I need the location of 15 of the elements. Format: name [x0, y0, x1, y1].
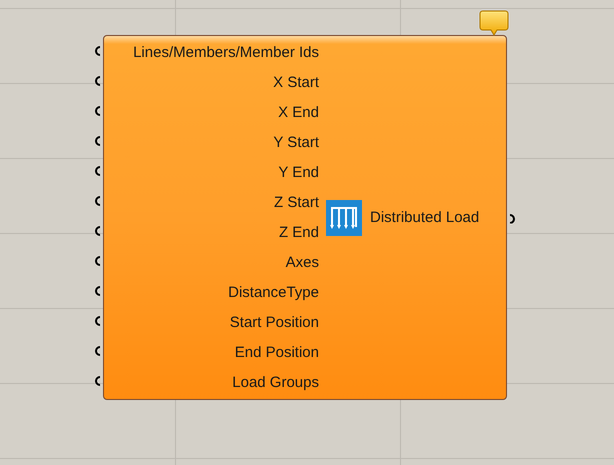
input-label: Start Position	[230, 314, 319, 330]
message-balloon-icon[interactable]	[479, 10, 509, 37]
distributed-load-icon	[326, 200, 362, 236]
input-label: End Position	[234, 344, 319, 360]
input-label: DistanceType	[228, 284, 319, 300]
input-label: Lines/Members/Member Ids	[133, 44, 319, 60]
input-label: Load Groups	[232, 374, 319, 390]
input-label: Axes	[286, 254, 319, 270]
input-label: Z Start	[274, 194, 319, 210]
input-label: X End	[278, 104, 319, 120]
input-label: Y Start	[273, 134, 319, 150]
input-label: Y End	[278, 164, 319, 180]
input-label: X Start	[273, 74, 319, 90]
input-label: Z End	[278, 224, 319, 240]
output-label: Distributed Load	[370, 209, 480, 226]
